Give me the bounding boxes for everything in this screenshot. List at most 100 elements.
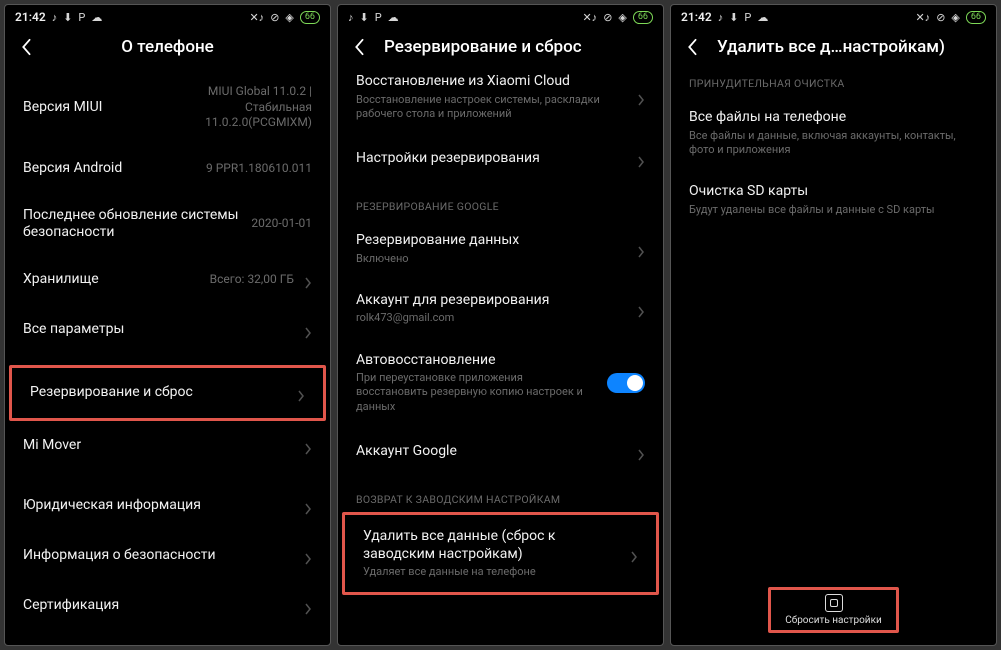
section-header-force-clean: ПРИНУДИТЕЛЬНАЯ ОЧИСТКА bbox=[671, 71, 996, 96]
value: 2020-01-01 bbox=[251, 216, 312, 232]
notification-p-icon: P bbox=[375, 11, 382, 24]
row-backup-account[interactable]: Аккаунт для резервирования rolk473@gmail… bbox=[338, 279, 663, 339]
status-bar: 21:42 ♪ ⬇ P ☁ ✕♪ ⊘ ◈ 66 bbox=[671, 5, 996, 27]
chevron-right-icon bbox=[304, 550, 312, 562]
value: 9 PPR1.180610.011 bbox=[206, 161, 312, 177]
label: Сертификация bbox=[23, 597, 294, 615]
back-button[interactable] bbox=[350, 38, 368, 56]
screen-backup-reset: ♪ ⬇ P ☁ ✕♪ ⊘ ◈ 66 Резервирование и сброс… bbox=[337, 4, 664, 646]
no-sim-icon: ⊘ bbox=[270, 11, 279, 24]
label: Настройки резервирования bbox=[356, 150, 627, 168]
no-sim-icon: ⊘ bbox=[936, 11, 945, 24]
label: Резервирование и сброс bbox=[30, 384, 287, 402]
row-certification[interactable]: Сертификация bbox=[5, 581, 330, 631]
row-clean-sd-card[interactable]: Очистка SD карты Будут удалены все файлы… bbox=[671, 170, 996, 230]
highlight-backup-reset: Резервирование и сброс bbox=[9, 365, 326, 421]
no-sim-icon: ⊘ bbox=[603, 11, 612, 24]
highlight-erase-all: Удалить все данные (сброс к заводским на… bbox=[342, 512, 659, 595]
clock: 21:42 bbox=[681, 10, 712, 24]
chevron-right-icon bbox=[297, 387, 305, 399]
row-data-backup[interactable]: Резервирование данных Включено bbox=[338, 219, 663, 279]
chevron-right-icon bbox=[304, 274, 312, 286]
highlight-reset-button: Сбросить настройки bbox=[768, 587, 899, 633]
chevron-right-icon bbox=[637, 243, 645, 255]
label: Версия MIUI bbox=[23, 99, 162, 117]
row-xiaomi-cloud-restore[interactable]: Восстановление из Xiaomi Cloud Восстанов… bbox=[338, 71, 663, 134]
download-icon: ⬇ bbox=[63, 11, 72, 24]
cloud-icon: ☁ bbox=[757, 11, 768, 24]
row-miui-version[interactable]: Версия MIUI MIUI Global 11.0.2 | Стабиль… bbox=[5, 71, 330, 144]
row-android-version[interactable]: Версия Android 9 PPR1.180610.011 bbox=[5, 144, 330, 194]
label: Mi Mover bbox=[23, 437, 294, 455]
sublabel: Все файлы и данные, включая аккаунты, ко… bbox=[689, 129, 978, 158]
sublabel: Включено bbox=[356, 252, 627, 266]
label: Все параметры bbox=[23, 321, 294, 339]
label: Хранилище bbox=[23, 271, 200, 289]
tiktok-icon: ♪ bbox=[52, 11, 58, 24]
mute-icon: ✕♪ bbox=[582, 11, 597, 24]
download-icon: ⬇ bbox=[729, 11, 738, 24]
status-bar: 21:42 ♪ ⬇ P ☁ ✕♪ ⊘ ◈ 66 bbox=[5, 5, 330, 27]
sublabel: Будут удалены все файлы и данные с SD ка… bbox=[689, 203, 978, 217]
label: Резервирование данных bbox=[356, 232, 627, 250]
row-backup-reset[interactable]: Резервирование и сброс bbox=[12, 368, 323, 418]
row-safety-info[interactable]: Информация о безопасности bbox=[5, 531, 330, 581]
auto-restore-toggle[interactable] bbox=[607, 373, 645, 393]
cloud-icon: ☁ bbox=[91, 11, 102, 24]
row-all-params[interactable]: Все параметры bbox=[5, 305, 330, 355]
page-title: Резервирование и сброс bbox=[384, 37, 651, 57]
row-mi-mover[interactable]: Mi Mover bbox=[5, 421, 330, 471]
chevron-right-icon bbox=[304, 324, 312, 336]
screen-erase-all-data: 21:42 ♪ ⬇ P ☁ ✕♪ ⊘ ◈ 66 Удалить все д…на… bbox=[670, 4, 997, 646]
section-header-factory: ВОЗВРАТ К ЗАВОДСКИМ НАСТРОЙКАМ bbox=[338, 477, 663, 512]
reset-label: Сбросить настройки bbox=[785, 615, 882, 626]
reset-icon bbox=[825, 594, 843, 612]
battery-indicator: 66 bbox=[633, 11, 653, 24]
sublabel: Восстановление настроек системы, расклад… bbox=[356, 93, 627, 122]
label: Восстановление из Xiaomi Cloud bbox=[356, 73, 627, 91]
screen-about-phone: 21:42 ♪ ⬇ P ☁ ✕♪ ⊘ ◈ 66 О телефоне Верси… bbox=[4, 4, 331, 646]
back-button[interactable] bbox=[683, 38, 701, 56]
page-title: О телефоне bbox=[17, 37, 318, 57]
label: Удалить все данные (сброс к заводским на… bbox=[363, 528, 620, 563]
mute-icon: ✕♪ bbox=[249, 11, 264, 24]
section-header-google: РЕЗЕРВИРОВАНИЕ GOOGLE bbox=[338, 184, 663, 219]
chevron-right-icon bbox=[304, 440, 312, 452]
row-auto-restore[interactable]: Автовосстановление При переустановке при… bbox=[338, 339, 663, 427]
sublabel: rolk473@gmail.com bbox=[356, 311, 627, 325]
chevron-right-icon bbox=[637, 303, 645, 315]
label: Автовосстановление bbox=[356, 352, 597, 370]
page-title: Удалить все д…настройкам) bbox=[717, 37, 984, 57]
label: Последнее обновление системы безопасност… bbox=[23, 207, 241, 242]
label: Версия Android bbox=[23, 160, 196, 178]
row-backup-settings[interactable]: Настройки резервирования bbox=[338, 134, 663, 184]
value: MIUI Global 11.0.2 | Стабильная 11.0.2.0… bbox=[172, 84, 312, 131]
reset-settings-button[interactable]: Сбросить настройки bbox=[785, 594, 882, 626]
tiktok-icon: ♪ bbox=[718, 11, 724, 24]
row-security-patch[interactable]: Последнее обновление системы безопасност… bbox=[5, 194, 330, 255]
battery-indicator: 66 bbox=[966, 11, 986, 24]
sublabel: Удаляет все данные на телефоне bbox=[363, 565, 620, 579]
notification-p-icon: P bbox=[78, 11, 85, 24]
row-legal-info[interactable]: Юридическая информация bbox=[5, 481, 330, 531]
row-erase-all-data[interactable]: Удалить все данные (сброс к заводским на… bbox=[345, 515, 656, 592]
wifi-icon: ◈ bbox=[951, 11, 959, 24]
row-storage[interactable]: Хранилище Всего: 32,00 ГБ bbox=[5, 255, 330, 305]
wifi-icon: ◈ bbox=[285, 11, 293, 24]
chevron-right-icon bbox=[637, 153, 645, 165]
row-all-files-phone[interactable]: Все файлы на телефоне Все файлы и данные… bbox=[671, 96, 996, 170]
cloud-icon: ☁ bbox=[388, 11, 399, 24]
row-google-account[interactable]: Аккаунт Google bbox=[338, 427, 663, 477]
chevron-right-icon bbox=[637, 91, 645, 103]
label: Информация о безопасности bbox=[23, 547, 294, 565]
clock: 21:42 bbox=[15, 10, 46, 24]
chevron-right-icon bbox=[304, 600, 312, 612]
download-icon: ⬇ bbox=[360, 11, 369, 24]
wifi-icon: ◈ bbox=[618, 11, 626, 24]
mute-icon: ✕♪ bbox=[915, 11, 930, 24]
label: Аккаунт для резервирования bbox=[356, 292, 627, 310]
tiktok-icon: ♪ bbox=[348, 11, 354, 24]
chevron-right-icon bbox=[304, 500, 312, 512]
battery-indicator: 66 bbox=[300, 11, 320, 24]
sublabel: При переустановке приложения восстановит… bbox=[356, 371, 597, 414]
